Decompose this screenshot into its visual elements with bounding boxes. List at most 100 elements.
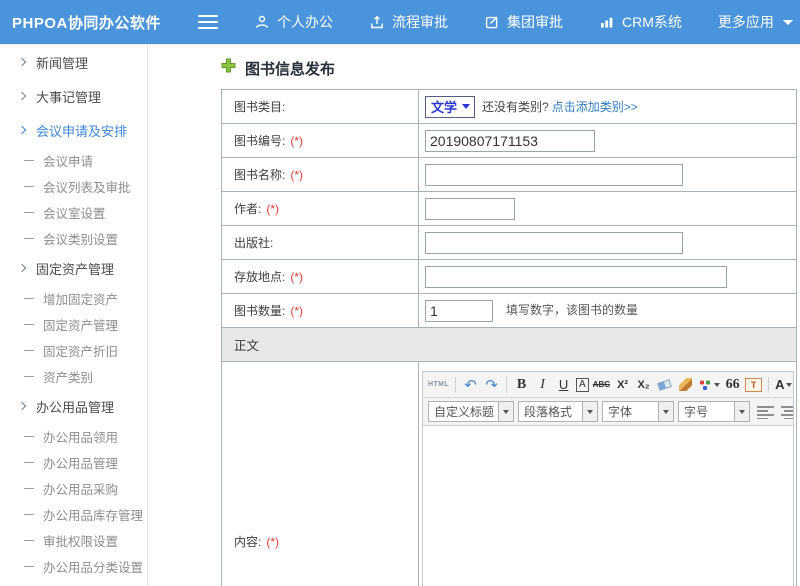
underline-button[interactable]: U xyxy=(555,375,572,395)
editor-toolbar-row1: HTML ↶ ↷ B I U A ABC X² xyxy=(423,372,793,398)
format-brush-icon[interactable] xyxy=(677,375,694,395)
align-center-icon[interactable] xyxy=(781,405,793,419)
sidebar-item-asset-mgmt[interactable]: 固定资产管理 xyxy=(0,251,147,285)
sidebar-item-meeting-room[interactable]: 会议室设置 xyxy=(0,199,147,225)
form-row-book-name: 图书名称: (*) xyxy=(222,158,797,192)
book-no-input[interactable] xyxy=(425,130,595,152)
color-palette-icon[interactable] xyxy=(698,375,720,395)
person-icon xyxy=(254,14,270,30)
dash-icon xyxy=(24,160,34,161)
nav-crm-system[interactable]: CRM系统 xyxy=(599,12,682,32)
field-label: 作者: xyxy=(234,202,261,216)
font-size-dropdown[interactable]: 字号 xyxy=(678,401,750,422)
chevron-right-icon xyxy=(18,92,26,100)
dash-icon xyxy=(24,350,34,351)
editor-content-area[interactable] xyxy=(423,426,793,586)
caret-down-icon xyxy=(462,104,470,109)
publisher-input[interactable] xyxy=(425,232,683,254)
field-label: 图书名称: xyxy=(234,168,285,182)
quantity-input[interactable] xyxy=(425,300,493,322)
sidebar-item-news-mgmt[interactable]: 新闻管理 xyxy=(0,45,147,79)
sidebar-item-approval-permission[interactable]: 审批权限设置 xyxy=(0,527,147,553)
required-mark: (*) xyxy=(290,270,303,284)
form-row-category: 图书类目: 文学 还没有类别? 点击添加类别>> xyxy=(222,90,797,124)
superscript-button[interactable]: X² xyxy=(614,375,631,395)
required-mark: (*) xyxy=(266,202,279,216)
chevron-right-icon xyxy=(18,264,26,272)
sidebar-item-book-mgmt[interactable]: 图书管理 xyxy=(0,579,147,586)
add-category-link[interactable]: 点击添加类别>> xyxy=(552,98,638,115)
chevron-right-icon xyxy=(18,58,26,66)
subscript-button[interactable]: X₂ xyxy=(635,375,652,395)
quantity-hint: 填写数字，该图书的数量 xyxy=(506,303,638,317)
bold-button[interactable]: B xyxy=(513,375,530,395)
top-bar: PHPOA协同办公软件 个人办公 流程审批 xyxy=(0,0,800,44)
sidebar-item-supplies-stock[interactable]: 办公用品库存管理 xyxy=(0,501,147,527)
undo-icon[interactable]: ↶ xyxy=(462,375,479,395)
sidebar-item-meeting-type[interactable]: 会议类别设置 xyxy=(0,225,147,251)
field-label: 图书编号: xyxy=(234,134,285,148)
chevron-right-icon xyxy=(18,126,26,134)
required-mark: (*) xyxy=(290,168,303,182)
location-input[interactable] xyxy=(425,266,727,288)
sidebar-item-supplies-purchase[interactable]: 办公用品采购 xyxy=(0,475,147,501)
field-label: 出版社: xyxy=(234,236,273,250)
custom-heading-dropdown[interactable]: 自定义标题 xyxy=(428,401,514,422)
rich-text-editor: HTML ↶ ↷ B I U A ABC X² xyxy=(422,371,794,586)
sidebar-item-supplies-claim[interactable]: 办公用品领用 xyxy=(0,423,147,449)
eraser-icon[interactable] xyxy=(656,375,673,395)
align-left-icon[interactable] xyxy=(757,405,774,419)
category-select[interactable]: 文学 xyxy=(425,96,475,118)
bar-chart-icon xyxy=(599,14,615,30)
field-label: 图书数量: xyxy=(234,304,285,318)
font-family-dropdown[interactable]: 字体 xyxy=(602,401,674,422)
sidebar-item-asset-manage[interactable]: 固定资产管理 xyxy=(0,311,147,337)
paragraph-format-dropdown[interactable]: 段落格式 xyxy=(518,401,598,422)
book-name-input[interactable] xyxy=(425,164,683,186)
form-row-content: 内容:(*) HTML ↶ ↷ B I U xyxy=(222,362,797,586)
sidebar-item-meeting-list[interactable]: 会议列表及审批 xyxy=(0,173,147,199)
sidebar-item-meeting-apply[interactable]: 会议申请 xyxy=(0,147,147,173)
dash-icon xyxy=(24,488,34,489)
toolbar-separator xyxy=(506,377,507,393)
sidebar-item-supplies-category[interactable]: 办公用品分类设置 xyxy=(0,553,147,579)
nav-group-approval[interactable]: 集团审批 xyxy=(484,12,563,32)
hamburger-menu-icon[interactable] xyxy=(198,15,218,29)
font-border-button[interactable]: A xyxy=(576,378,589,392)
dash-icon xyxy=(24,238,34,239)
sidebar-item-events-mgmt[interactable]: 大事记管理 xyxy=(0,79,147,113)
upload-approval-icon xyxy=(369,14,385,30)
toolbar-separator xyxy=(768,377,769,393)
nav-personal-office[interactable]: 个人办公 xyxy=(254,12,333,32)
sidebar-item-asset-type[interactable]: 资产类别 xyxy=(0,363,147,389)
sidebar-item-meeting-mgmt[interactable]: 会议申请及安排 xyxy=(0,113,147,147)
field-label: 图书类目: xyxy=(234,100,285,114)
required-mark: (*) xyxy=(290,134,303,148)
font-color-button[interactable]: A xyxy=(775,375,792,395)
field-label: 内容: xyxy=(234,535,261,549)
section-header: 正文 xyxy=(222,328,797,362)
italic-button[interactable]: I xyxy=(534,375,551,395)
sidebar-item-supplies-mgmt[interactable]: 办公用品管理 xyxy=(0,389,147,423)
dash-icon xyxy=(24,298,34,299)
strikethrough-button[interactable]: ABC xyxy=(593,375,610,395)
caret-down-icon xyxy=(658,402,673,421)
compose-icon xyxy=(484,14,500,30)
sidebar-item-asset-add[interactable]: 增加固定资产 xyxy=(0,285,147,311)
redo-icon[interactable]: ↷ xyxy=(483,375,500,395)
blockquote-button[interactable]: 66 xyxy=(724,375,741,395)
nav-more-apps[interactable]: 更多应用 xyxy=(718,12,793,32)
form-row-quantity: 图书数量:(*) 填写数字，该图书的数量 xyxy=(222,294,797,328)
sidebar-item-supplies-manage[interactable]: 办公用品管理 xyxy=(0,449,147,475)
dash-icon xyxy=(24,540,34,541)
page-body: 新闻管理 大事记管理 会议申请及安排 会议申请 会议列表及审批 会议室设置 会议… xyxy=(0,44,800,586)
category-hint: 还没有类别? xyxy=(482,98,549,115)
html-source-button[interactable]: HTML xyxy=(428,375,449,395)
nav-process-approval[interactable]: 流程审批 xyxy=(369,12,448,32)
top-nav: 个人办公 流程审批 集团审批 xyxy=(254,12,793,32)
sidebar-item-asset-depreciation[interactable]: 固定资产折旧 xyxy=(0,337,147,363)
paste-text-button[interactable]: T xyxy=(745,378,762,392)
author-input[interactable] xyxy=(425,198,515,220)
form-row-author: 作者: (*) xyxy=(222,192,797,226)
form-row-book-no: 图书编号: (*) xyxy=(222,124,797,158)
